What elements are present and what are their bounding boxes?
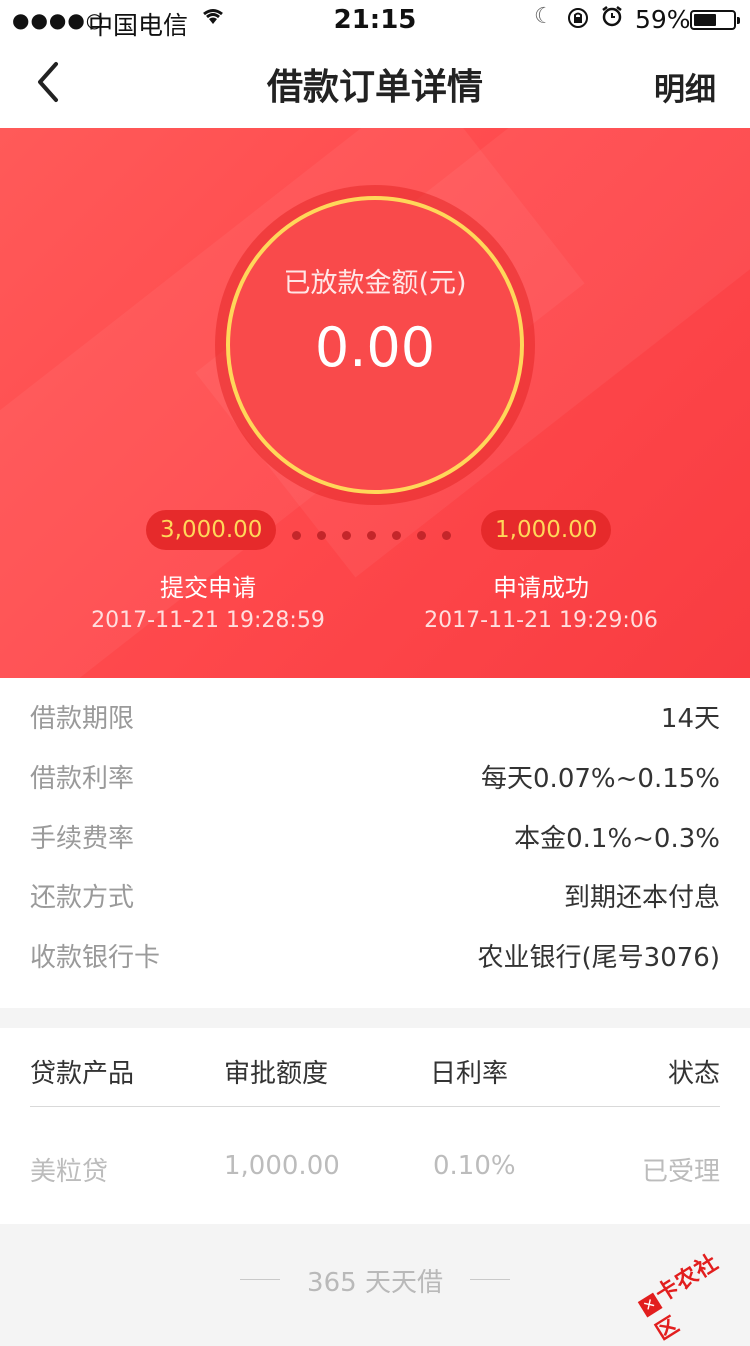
approved-amount-badge: 1,000.00 [481, 510, 612, 550]
loan-product-table: 贷款产品 审批额度 日利率 状态 美粒贷 1,000.00 0.10% 已受理 [0, 1028, 750, 1224]
status-bar: ●●●●○ 中国电信 21:15 ☾ 59% [0, 0, 750, 40]
submitted-amount-badge: 3,000.00 [146, 510, 277, 550]
loan-status-hero: 已放款金额(元) 0.00 3,000.00 1,000.00 提交申请 201… [0, 128, 750, 678]
rotation-lock-icon [566, 6, 590, 36]
progress-dot [292, 531, 301, 540]
page-title: 借款订单详情 [266, 67, 483, 108]
table-header-product: 贷款产品 [30, 1059, 135, 1089]
progress-dot [417, 531, 426, 540]
info-row-rate: 借款利率 每天0.07%~0.15% [30, 758, 720, 798]
info-label: 借款期限 [30, 704, 135, 734]
nav-bar: 借款订单详情 明细 [0, 40, 750, 128]
info-label: 手续费率 [30, 824, 135, 854]
footer-line-right [470, 1279, 510, 1280]
step-submit-label: 提交申请 [160, 574, 256, 602]
disbursed-amount: 0.00 [314, 316, 436, 379]
moon-icon: ☾ [534, 4, 554, 29]
table-header-daily-rate: 日利率 [430, 1059, 509, 1089]
info-value: 每天0.07%~0.15% [481, 764, 720, 794]
detail-button[interactable]: 明细 [654, 64, 716, 109]
info-row-term: 借款期限 14天 [30, 698, 720, 738]
info-value: 到期还本付息 [563, 883, 720, 913]
table-divider [30, 1106, 720, 1107]
step-submit-time: 2017-11-21 19:28:59 [91, 608, 325, 633]
info-value: 农业银行(尾号3076) [477, 943, 720, 973]
info-row-bank-card: 收款银行卡 农业银行(尾号3076) [30, 937, 720, 977]
progress-dot [317, 531, 326, 540]
info-value: 本金0.1%~0.3% [514, 824, 720, 854]
table-cell-rate: 0.10% [433, 1151, 516, 1181]
info-value: 14天 [660, 704, 720, 734]
table-header-approved-amount: 审批额度 [224, 1059, 329, 1089]
step-success-time: 2017-11-21 19:29:06 [424, 608, 658, 633]
progress-dot [342, 531, 351, 540]
info-row-repayment: 还款方式 到期还本付息 [30, 877, 720, 917]
footer: 365 天天借 [0, 1224, 750, 1334]
info-label: 还款方式 [30, 883, 135, 913]
info-label: 借款利率 [30, 764, 135, 794]
info-row-fee: 手续费率 本金0.1%~0.3% [30, 818, 720, 858]
table-header-status: 状态 [667, 1059, 720, 1089]
battery-icon [690, 10, 740, 30]
progress-dot [392, 531, 401, 540]
progress-dot [442, 531, 451, 540]
table-cell-amount: 1,000.00 [224, 1151, 340, 1181]
table-cell-status: 已受理 [641, 1157, 720, 1187]
info-label: 收款银行卡 [30, 943, 161, 973]
progress-dots [292, 525, 467, 544]
battery-percent: 59% [635, 5, 691, 34]
step-success-label: 申请成功 [493, 574, 589, 602]
alarm-icon [600, 4, 624, 34]
table-cell-product: 美粒贷 [30, 1157, 109, 1187]
loan-info-list: 借款期限 14天 借款利率 每天0.07%~0.15% 手续费率 本金0.1%~… [0, 678, 750, 1008]
disbursed-amount-label: 已放款金额(元) [283, 268, 467, 299]
progress-dot [367, 531, 376, 540]
